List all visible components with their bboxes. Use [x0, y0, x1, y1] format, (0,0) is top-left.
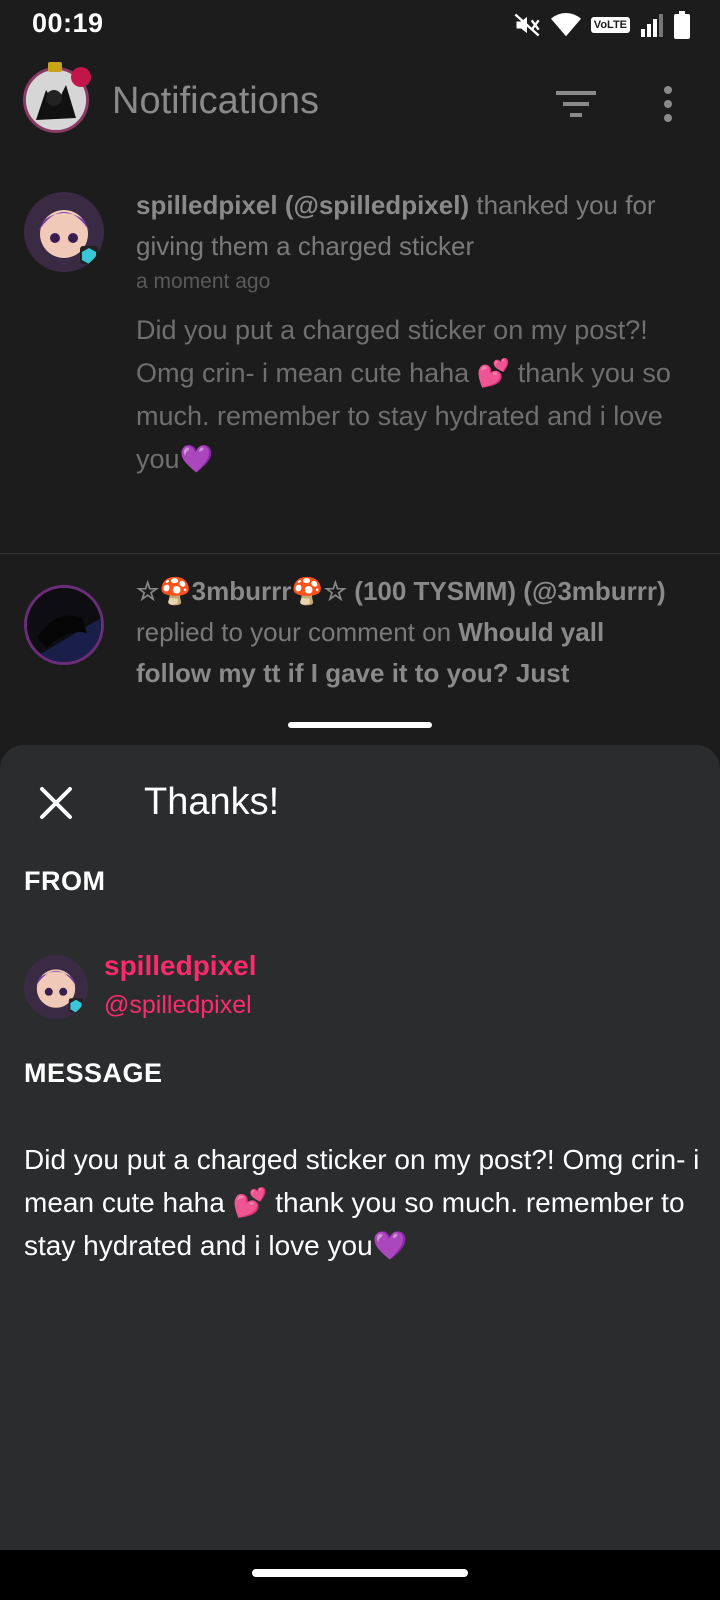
notification-actor[interactable]: ☆🍄3mburrr🍄☆ (100 TYSMM) (@3mburrr) — [136, 576, 666, 606]
notification-dot — [71, 67, 91, 87]
notification-actor[interactable]: spilledpixel (@spilledpixel) — [136, 190, 469, 220]
home-gesture-handle[interactable] — [252, 1569, 468, 1577]
notification-timestamp: a moment ago — [136, 270, 271, 293]
thanks-sheet: Thanks! FROM spilledpixel @spilledpixel … — [0, 745, 720, 1550]
sheet-title: Thanks! — [144, 781, 280, 823]
navigation-bar — [0, 1550, 720, 1600]
notification-body: ☆🍄3mburrr🍄☆ (100 TYSMM) (@3mburrr) repli… — [136, 571, 676, 694]
drag-handle[interactable] — [288, 722, 432, 728]
signal-icon — [641, 14, 663, 37]
notification-action: replied to your comment on — [136, 617, 452, 647]
from-label: FROM — [24, 866, 106, 896]
sender-avatar[interactable] — [24, 955, 88, 1019]
mute-icon — [514, 13, 540, 37]
close-icon[interactable] — [36, 783, 76, 823]
sender-name[interactable]: spilledpixel — [104, 950, 257, 982]
sheet-message: Did you put a charged sticker on my post… — [24, 1144, 700, 1261]
status-icons: VoLTE — [513, 10, 690, 40]
notification-body: spilledpixel (@spilledpixel) thanked you… — [136, 185, 676, 481]
filter-icon[interactable] — [556, 86, 596, 122]
message-label: MESSAGE — [24, 1058, 163, 1088]
status-bar: 00:19 VoLTE — [0, 0, 720, 50]
sender-handle[interactable]: @spilledpixel — [104, 991, 252, 1020]
status-time: 00:19 — [32, 8, 104, 38]
volte-badge: VoLTE — [590, 17, 630, 33]
notification-message: Did you put a charged sticker on my post… — [136, 315, 671, 474]
battery-icon — [674, 11, 690, 39]
page-title: Notifications — [112, 80, 319, 122]
app-bar: Notifications — [0, 60, 720, 150]
user-avatar[interactable] — [24, 585, 104, 665]
wifi-icon — [550, 13, 581, 37]
more-vert-icon[interactable] — [658, 84, 678, 124]
list-divider — [0, 553, 720, 554]
crown-icon — [48, 62, 62, 72]
user-avatar[interactable] — [24, 192, 104, 272]
